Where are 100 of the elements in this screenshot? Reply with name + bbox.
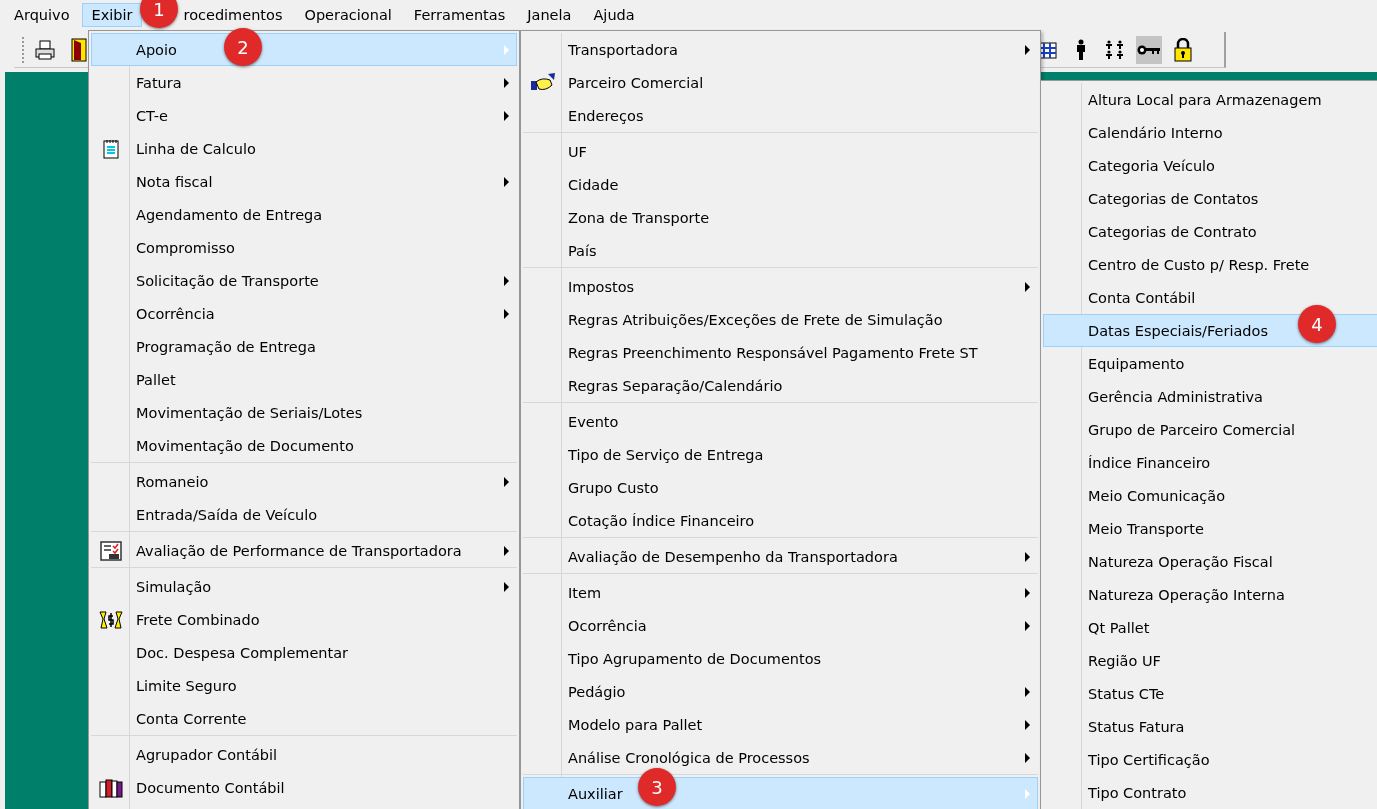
menu-item-label: Doc. Despesa Complementar bbox=[136, 644, 349, 661]
menu-item[interactable]: Equipamento bbox=[1043, 347, 1377, 380]
menu-item[interactable]: Entrada/Saída de Veículo bbox=[91, 498, 517, 531]
menu-item[interactable]: Grupo Custo bbox=[523, 471, 1038, 504]
menu-item[interactable]: Item bbox=[523, 576, 1038, 609]
menu-item-label: País bbox=[568, 242, 597, 259]
menu-item[interactable]: Conta Corrente bbox=[91, 702, 517, 735]
menu-bar-item[interactable]: Janela bbox=[517, 3, 582, 27]
menu-item[interactable]: Avaliação de Performance de Transportadora bbox=[91, 534, 517, 567]
menu-item[interactable]: Natureza Operação Fiscal bbox=[1043, 545, 1377, 578]
key-icon[interactable] bbox=[1136, 35, 1162, 64]
menu-item-label: Cidade bbox=[568, 176, 619, 193]
menu-item[interactable]: Parceiro Comercial bbox=[523, 66, 1038, 99]
menu-item[interactable]: Evento bbox=[523, 405, 1038, 438]
menu-item[interactable]: Limite Seguro bbox=[91, 669, 517, 702]
menu-item-label: Tipo Contrato bbox=[1088, 784, 1187, 801]
menu-item[interactable]: Movimentação de Seriais/Lotes bbox=[91, 396, 517, 429]
menu-item-label: Nota fiscal bbox=[136, 173, 213, 190]
menu-item[interactable]: Frete Combinado bbox=[91, 603, 517, 636]
menu-bar-item[interactable]: Arquivo bbox=[4, 3, 80, 27]
menu-item[interactable]: Regras Separação/Calendário bbox=[523, 369, 1038, 402]
menu-item-label: Altura Local para Armazenagem bbox=[1088, 91, 1322, 108]
menu-bar-item[interactable]: Operacional bbox=[294, 3, 402, 27]
menu-item-label: Regras Separação/Calendário bbox=[568, 377, 783, 394]
menu-item[interactable]: Programação de Entrega bbox=[91, 330, 517, 363]
menu-item[interactable]: Categorias de Contrato bbox=[1043, 215, 1377, 248]
menu-item[interactable]: Modelo para Pallet bbox=[523, 708, 1038, 741]
menu-item[interactable]: Agrupador Contábil bbox=[91, 738, 517, 771]
menu-item[interactable]: Compromisso bbox=[91, 231, 517, 264]
menu-item-label: Avaliação de Desempenho da Transportadora bbox=[568, 548, 898, 565]
menu-item[interactable]: Índice Financeiro bbox=[1043, 446, 1377, 479]
menu-item[interactable]: Pallet bbox=[91, 363, 517, 396]
checklist-icon bbox=[100, 540, 122, 561]
menu-bar-item[interactable]: Ajuda bbox=[583, 3, 645, 27]
menu-item[interactable]: Categorias de Contatos bbox=[1043, 182, 1377, 215]
menu-item[interactable]: Tipo Contrato bbox=[1043, 776, 1377, 809]
menu-item-label: Categorias de Contrato bbox=[1088, 223, 1257, 240]
menu-item[interactable]: Grupo de Parceiro Comercial bbox=[1043, 413, 1377, 446]
menu-item-label: Programação de Entrega bbox=[136, 338, 316, 355]
menu-item-label: Meio Transporte bbox=[1088, 520, 1204, 537]
menu-item[interactable]: Calendário Interno bbox=[1043, 116, 1377, 149]
notepad-icon bbox=[103, 138, 119, 159]
menu-item-label: Status Fatura bbox=[1088, 718, 1185, 735]
menu-bar-item[interactable]: rocedimentos bbox=[180, 3, 293, 27]
menu-item[interactable]: Movimentação de Documento bbox=[91, 429, 517, 462]
menu-item[interactable]: Status Fatura bbox=[1043, 710, 1377, 743]
menu-item[interactable]: Doc. Despesa Complementar bbox=[91, 636, 517, 669]
menu-item-label: Centro de Custo p/ Resp. Frete bbox=[1088, 256, 1310, 273]
menu-item[interactable]: Categoria Veículo bbox=[1043, 149, 1377, 182]
menu-item[interactable]: Ocorrência bbox=[91, 297, 517, 330]
menu-item[interactable]: Qt Pallet bbox=[1043, 611, 1377, 644]
menu-item[interactable]: Documento Contábil bbox=[91, 771, 517, 804]
menu-item-label: Agrupador Contábil bbox=[136, 746, 278, 763]
menu-bar-item[interactable]: Ferramentas bbox=[403, 3, 516, 27]
menu-item[interactable]: Zona de Transporte bbox=[523, 201, 1038, 234]
menu-item[interactable]: Centro de Custo p/ Resp. Frete bbox=[1043, 248, 1377, 281]
menu-item[interactable]: Tipo de Serviço de Entrega bbox=[523, 438, 1038, 471]
menu-item-label: Solicitação de Transporte bbox=[136, 272, 319, 289]
menu-item[interactable]: País bbox=[523, 234, 1038, 267]
menu-item[interactable]: UF bbox=[523, 135, 1038, 168]
menu-item[interactable]: Endereços bbox=[523, 99, 1038, 132]
menu-item[interactable]: CT-e bbox=[91, 99, 517, 132]
menu-item-label: Modelo para Pallet bbox=[568, 716, 703, 733]
menu-item-label: Evento bbox=[568, 413, 619, 430]
menu-item[interactable]: Nota fiscal bbox=[91, 165, 517, 198]
menu-item[interactable]: Tipo Certificação bbox=[1043, 743, 1377, 776]
menu-item-label: Grupo de Parceiro Comercial bbox=[1088, 421, 1296, 438]
menu-item-label: Categorias de Contatos bbox=[1088, 190, 1259, 207]
menu-item[interactable]: Avaliação de Desempenho da Transportadora bbox=[523, 540, 1038, 573]
menu-item[interactable]: Impostos bbox=[523, 270, 1038, 303]
menu-bar-item[interactable]: Exibir bbox=[81, 3, 143, 27]
menu-item-label: Natureza Operação Fiscal bbox=[1088, 553, 1273, 570]
menu-item[interactable]: Agendamento de Entrega bbox=[91, 198, 517, 231]
menu-item[interactable]: Natureza Operação Interna bbox=[1043, 578, 1377, 611]
menu-item-label: Apoio bbox=[136, 41, 177, 58]
menu-item[interactable]: Gerência Administrativa bbox=[1043, 380, 1377, 413]
menu-item[interactable]: Status CTe bbox=[1043, 677, 1377, 710]
menu-item[interactable]: Tipo Agrupamento de Documentos bbox=[523, 642, 1038, 675]
menu-item[interactable]: Pedágio bbox=[523, 675, 1038, 708]
menu-item-label: Tipo de Serviço de Entrega bbox=[568, 446, 764, 463]
menu-item[interactable]: Ocorrência bbox=[523, 609, 1038, 642]
menu-item-label: Análise Cronológica de Processos bbox=[568, 749, 810, 766]
menu-item[interactable]: Meio Comunicação bbox=[1043, 479, 1377, 512]
menu-item-label: Datas Especiais/Feriados bbox=[1088, 322, 1268, 339]
menu-item[interactable]: Região UF bbox=[1043, 644, 1377, 677]
menu-item[interactable]: Altura Local para Armazenagem bbox=[1043, 83, 1377, 116]
menu-item[interactable]: Simulação bbox=[91, 570, 517, 603]
menu-item-label: Conta Contábil bbox=[1088, 289, 1196, 306]
menu-item[interactable]: Regras Preenchimento Responsável Pagamento Frete ST bbox=[523, 336, 1038, 369]
menu-item-label: Compromisso bbox=[136, 239, 235, 256]
menu-item[interactable]: Cotação Índice Financeiro bbox=[523, 504, 1038, 537]
menu-item[interactable]: Transportadora bbox=[523, 33, 1038, 66]
menu-item[interactable]: Fatura bbox=[91, 66, 517, 99]
menu-item[interactable]: Regras Atribuições/Exceções de Frete de Simulação bbox=[523, 303, 1038, 336]
menu-item[interactable]: Romaneio bbox=[91, 465, 517, 498]
menu-item-label: Ocorrência bbox=[136, 305, 215, 322]
menu-item[interactable]: Linha de Calculo bbox=[91, 132, 517, 165]
menu-item[interactable]: Solicitação de Transporte bbox=[91, 264, 517, 297]
menu-item[interactable]: Meio Transporte bbox=[1043, 512, 1377, 545]
menu-item[interactable]: Cidade bbox=[523, 168, 1038, 201]
